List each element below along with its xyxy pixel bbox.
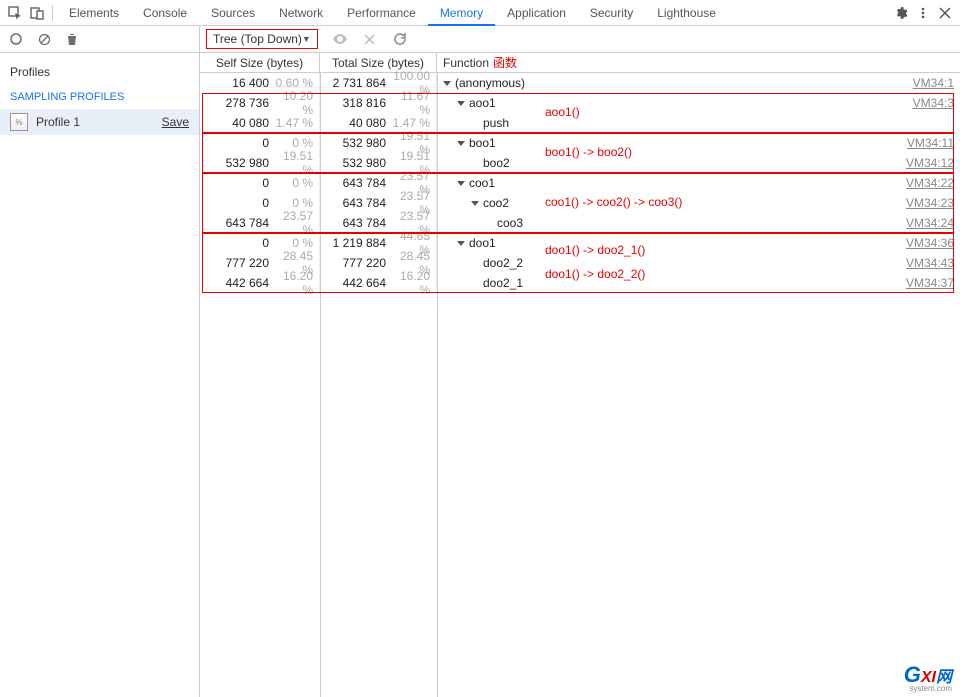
tab-memory[interactable]: Memory	[428, 0, 495, 26]
cancel-x-icon[interactable]	[362, 34, 378, 45]
function-name: doo1	[469, 236, 496, 250]
expand-icon[interactable]	[457, 181, 465, 186]
function-name: (anonymous)	[455, 76, 525, 90]
clear-icon[interactable]	[36, 31, 52, 47]
function-name: doo2_2	[483, 256, 523, 270]
tab-sources[interactable]: Sources	[199, 0, 267, 26]
table-row[interactable]: 40 0801.47 %40 0801.47 %push	[200, 113, 960, 133]
eye-icon[interactable]	[332, 33, 348, 45]
tab-elements[interactable]: Elements	[57, 0, 131, 26]
tab-performance[interactable]: Performance	[335, 0, 428, 26]
delete-icon[interactable]	[64, 31, 80, 47]
tab-network[interactable]: Network	[267, 0, 335, 26]
source-link[interactable]: VM34:12	[906, 156, 960, 170]
col-self-header[interactable]: Self Size (bytes)	[200, 53, 320, 72]
device-toggle-icon[interactable]	[26, 2, 48, 24]
profile-name: Profile 1	[36, 115, 80, 129]
source-link[interactable]: VM34:37	[906, 276, 960, 290]
source-link[interactable]: VM34:24	[906, 216, 960, 230]
function-name: aoo1	[469, 96, 496, 110]
memory-toolbar: Tree (Top Down) ▼	[0, 26, 960, 53]
tab-lighthouse[interactable]: Lighthouse	[645, 0, 728, 26]
table-row[interactable]: 643 78423.57 %643 78423.57 %coo3VM34:24	[200, 213, 960, 233]
expand-icon[interactable]	[443, 81, 451, 86]
profile-icon: %	[10, 113, 28, 131]
expand-icon[interactable]	[471, 201, 479, 206]
source-link[interactable]: VM34:36	[906, 236, 960, 250]
table-row[interactable]: 278 73610.20 %318 81611.67 %aoo1VM34:3	[200, 93, 960, 113]
expand-icon[interactable]	[457, 141, 465, 146]
reload-icon[interactable]	[392, 32, 408, 46]
profile-item[interactable]: % Profile 1 Save	[0, 109, 199, 135]
expand-icon[interactable]	[457, 241, 465, 246]
function-name: coo3	[497, 216, 523, 230]
function-name: push	[483, 116, 509, 130]
source-link[interactable]: VM34:43	[906, 256, 960, 270]
chevron-down-icon: ▼	[302, 34, 311, 44]
watermark: GXI网 system.com	[904, 662, 952, 693]
function-name: boo1	[469, 136, 496, 150]
table-row[interactable]: 00 %643 78423.57 %coo1VM34:22	[200, 173, 960, 193]
tab-application[interactable]: Application	[495, 0, 578, 26]
tab-console[interactable]: Console	[131, 0, 199, 26]
kebab-menu-icon[interactable]	[912, 2, 934, 24]
source-link[interactable]: VM34:1	[913, 76, 960, 90]
function-name: coo2	[483, 196, 509, 210]
close-icon[interactable]	[934, 2, 956, 24]
function-name: boo2	[483, 156, 510, 170]
expand-icon[interactable]	[457, 101, 465, 106]
table-row[interactable]: 532 98019.51 %532 98019.51 %boo2VM34:12	[200, 153, 960, 173]
inspect-icon[interactable]	[4, 2, 26, 24]
tab-security[interactable]: Security	[578, 0, 645, 26]
function-name: doo2_1	[483, 276, 523, 290]
col-func-header[interactable]: Function 函数	[437, 53, 960, 72]
profiles-sidebar: Profiles SAMPLING PROFILES % Profile 1 S…	[0, 53, 200, 697]
grid-header: Self Size (bytes) Total Size (bytes) Fun…	[200, 53, 960, 73]
view-dropdown[interactable]: Tree (Top Down) ▼	[206, 29, 318, 49]
save-link[interactable]: Save	[162, 115, 189, 129]
sidebar-subheading: SAMPLING PROFILES	[0, 85, 199, 109]
record-icon[interactable]	[8, 31, 24, 47]
divider	[52, 5, 53, 21]
sidebar-heading: Profiles	[0, 59, 199, 85]
source-link[interactable]: VM34:23	[906, 196, 960, 210]
profile-grid: Self Size (bytes) Total Size (bytes) Fun…	[200, 53, 960, 697]
column-divider	[437, 73, 438, 697]
source-link[interactable]: VM34:3	[913, 96, 960, 110]
devtools-tabbar: ElementsConsoleSourcesNetworkPerformance…	[0, 0, 960, 26]
table-row[interactable]: 442 66416.20 %442 66416.20 %doo2_1VM34:3…	[200, 273, 960, 293]
source-link[interactable]: VM34:11	[907, 136, 960, 150]
function-name: coo1	[469, 176, 495, 190]
settings-gear-icon[interactable]	[890, 2, 912, 24]
dropdown-label: Tree (Top Down)	[213, 32, 302, 46]
column-divider	[320, 73, 321, 697]
source-link[interactable]: VM34:22	[906, 176, 960, 190]
